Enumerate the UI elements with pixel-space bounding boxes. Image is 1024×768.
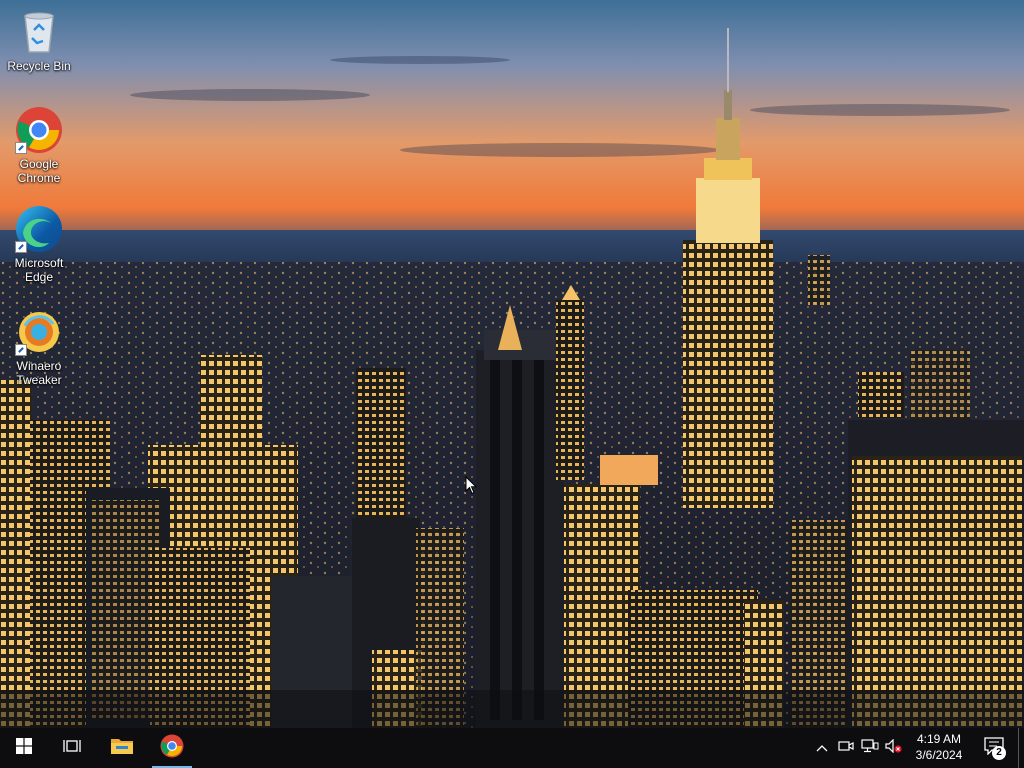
desktop-icon-winaero-tweaker[interactable]: Winaero Tweaker [0,308,78,387]
recycle-bin-icon [15,8,63,56]
volume-button[interactable] [882,728,906,768]
taskbar-google-chrome[interactable] [148,728,196,768]
desktop-icon-label: Microsoft Edge [14,256,64,284]
show-hidden-icons-button[interactable] [810,728,834,768]
windows-logo-icon [16,737,32,759]
meet-now-button[interactable] [834,728,858,768]
chevron-up-icon [816,739,828,757]
desktop-wallpaper [0,0,1024,728]
shortcut-arrow-icon [15,241,27,253]
shortcut-arrow-icon [15,142,27,154]
task-view-icon [63,738,81,759]
network-button[interactable] [858,728,882,768]
action-center-button[interactable]: 2 [978,728,1010,768]
desktop-icon-microsoft-edge[interactable]: Microsoft Edge [0,205,78,284]
shortcut-arrow-icon [15,344,27,356]
desktop-icon-google-chrome[interactable]: Google Chrome [0,106,78,185]
task-view-button[interactable] [48,728,96,768]
desktop-icon-label: Recycle Bin [7,59,71,73]
edge-icon [15,205,63,253]
show-desktop-button[interactable] [1018,728,1024,768]
clock-date: 3/6/2024 [915,748,963,762]
volume-muted-icon [885,738,903,758]
chrome-icon [160,734,184,763]
taskbar-file-explorer[interactable] [98,728,146,768]
desktop-icon-label: Google Chrome [17,157,61,185]
clock[interactable]: 4:19 AM 3/6/2024 [908,728,970,768]
clock-time: 4:19 AM [916,732,962,746]
folder-icon [110,736,134,761]
notification-count-badge: 2 [992,746,1006,760]
chrome-icon [15,106,63,154]
desktop-icon-label: Winaero Tweaker [16,359,62,387]
start-button[interactable] [0,728,48,768]
network-icon [861,738,879,758]
taskbar: 4:19 AM 3/6/2024 2 [0,728,1024,768]
meet-now-icon [838,739,854,758]
winaero-tweaker-icon [15,308,63,356]
mouse-cursor-icon [465,475,479,496]
desktop-icon-recycle-bin[interactable]: Recycle Bin [0,8,78,73]
